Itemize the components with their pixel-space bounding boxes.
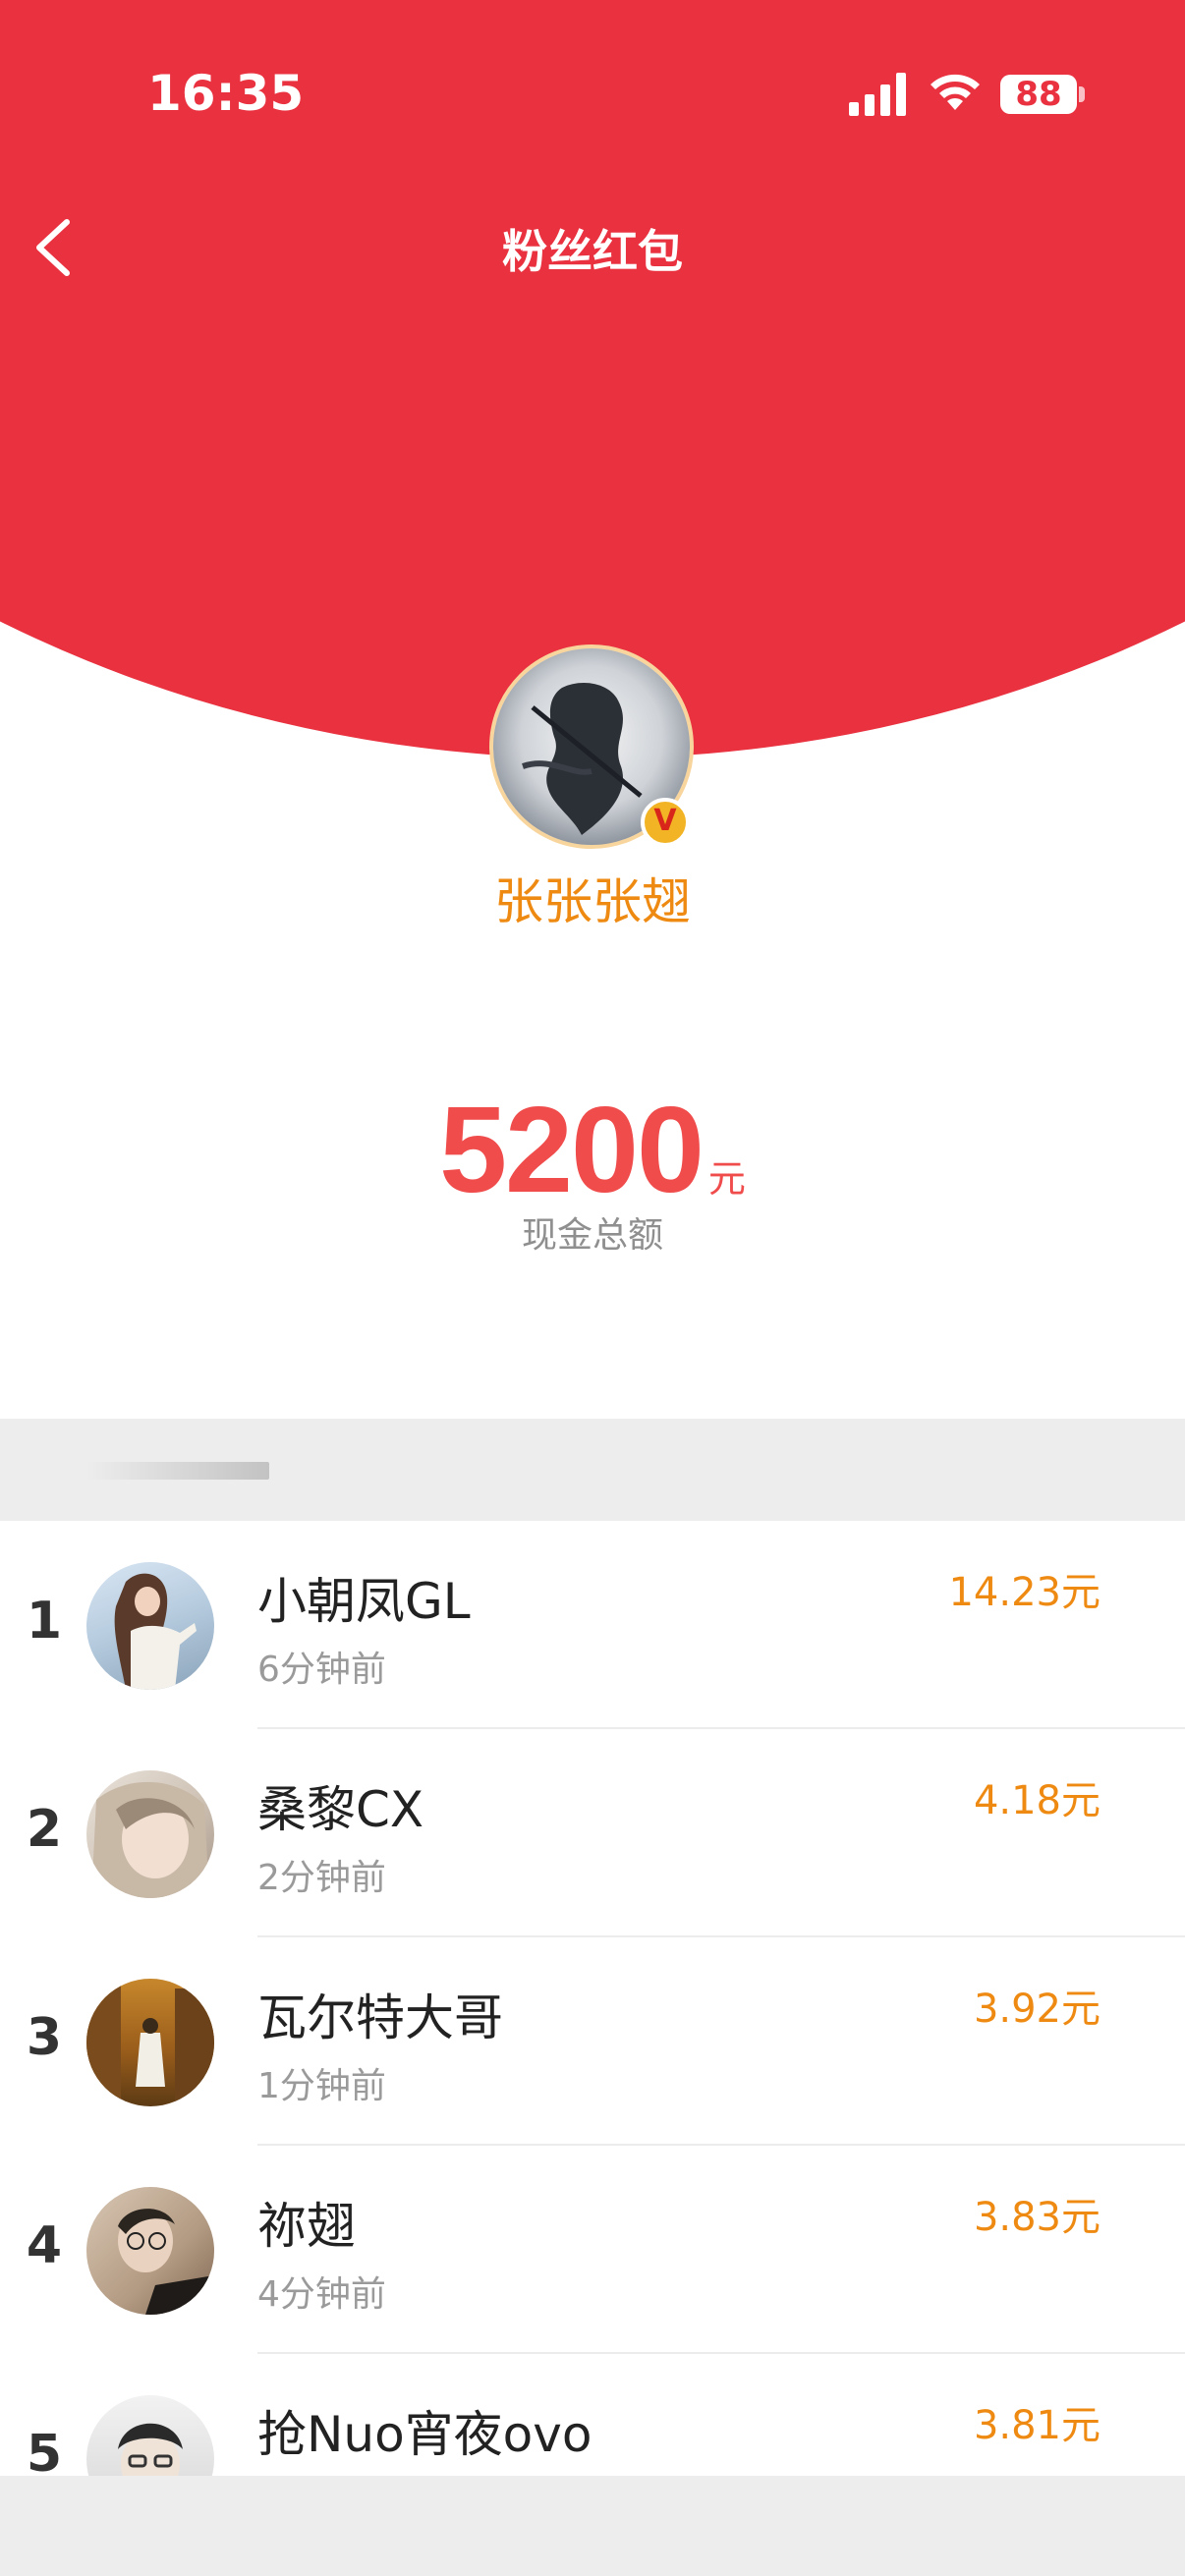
recipient-name: 小朝凤GL	[257, 1573, 471, 1630]
recipient-amount: 3.81元	[973, 2403, 1100, 2448]
avatar	[86, 1562, 214, 1690]
avatar	[86, 2187, 214, 2315]
bottom-gray-band	[0, 2476, 1185, 2576]
list-item[interactable]: 4 祢翅 4分钟前 3.83元	[0, 2146, 1185, 2354]
cellular-signal-icon	[849, 73, 906, 116]
list-item[interactable]: 3 瓦尔特大哥 1分钟前 3.92元	[0, 1937, 1185, 2146]
list-item[interactable]: 2 桑黎CX 2分钟前 4.18元	[0, 1729, 1185, 1937]
list-item[interactable]: 5 抢Nuo宵夜ovo 3.81元	[0, 2354, 1185, 2476]
section-separator	[0, 1419, 1185, 1521]
avatar	[86, 1770, 214, 1898]
rank-number: 5	[26, 2425, 63, 2476]
recipient-time: 2分钟前	[257, 1858, 386, 1898]
recipient-name: 瓦尔特大哥	[257, 1989, 503, 2046]
recipient-name: 抢Nuo宵夜ovo	[257, 2406, 592, 2463]
avatar	[86, 2395, 214, 2476]
total-amount: 5200 元	[0, 1081, 1185, 1220]
avatar	[86, 1979, 214, 2106]
page-title: 粉丝红包	[502, 225, 683, 278]
battery-indicator: 88	[1000, 75, 1077, 114]
status-time: 16:35	[147, 65, 305, 122]
recipient-amount: 4.18元	[973, 1778, 1100, 1823]
battery-cap	[1079, 86, 1085, 102]
total-amount-unit: 元	[707, 1157, 746, 1201]
recipient-list: 1 小朝凤GL 6分钟前 14.23元 2 桑黎CX 2分钟前 4.18元 3	[0, 1521, 1185, 2476]
rank-number: 3	[26, 2008, 63, 2067]
list-item[interactable]: 1 小朝凤GL 6分钟前 14.23元	[0, 1521, 1185, 1729]
recipient-time: 6分钟前	[257, 1650, 386, 1690]
total-amount-value: 5200	[439, 1083, 705, 1218]
faint-placeholder	[86, 1462, 269, 1480]
recipient-amount: 3.83元	[973, 2195, 1100, 2240]
wifi-icon	[931, 74, 980, 110]
rank-number: 2	[26, 1800, 63, 1859]
recipient-time: 1分钟前	[257, 2066, 386, 2106]
recipient-amount: 3.92元	[973, 1987, 1100, 2032]
recipient-amount: 14.23元	[948, 1570, 1100, 1615]
verified-badge-icon: V	[641, 798, 690, 847]
recipient-name: 桑黎CX	[257, 1781, 424, 1838]
recipient-time: 4分钟前	[257, 2274, 386, 2315]
host-name: 张张张翅	[494, 873, 691, 930]
total-amount-caption: 现金总额	[521, 1215, 663, 1256]
rank-number: 4	[26, 2216, 63, 2275]
recipient-name: 祢翅	[257, 2198, 356, 2255]
rank-number: 1	[26, 1592, 63, 1651]
